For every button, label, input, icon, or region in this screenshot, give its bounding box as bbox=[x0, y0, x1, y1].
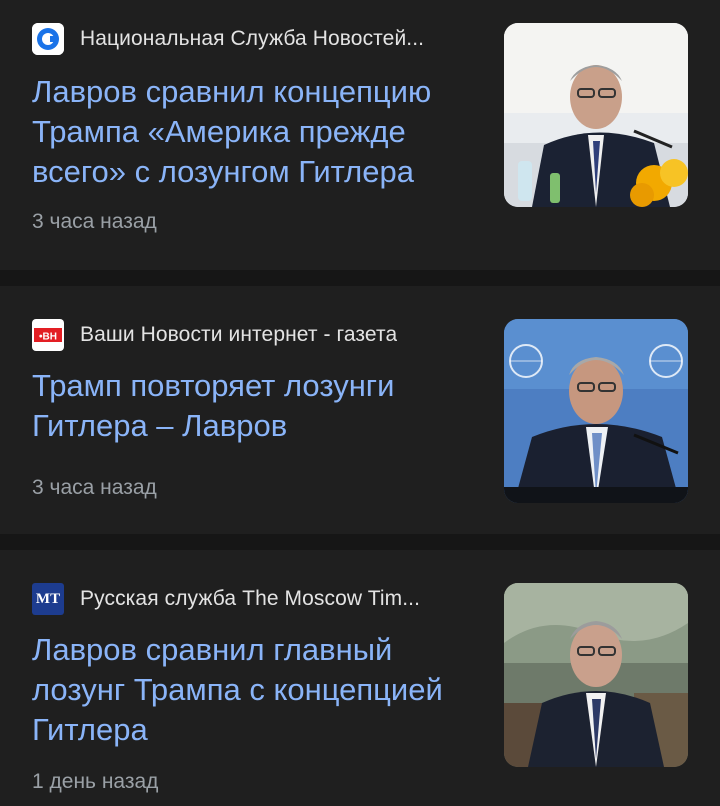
headline-link[interactable]: Трамп повторяет лозунги Гитлера – Лавров bbox=[32, 366, 462, 446]
article-thumbnail[interactable] bbox=[504, 319, 688, 503]
mt-logo-icon: MT bbox=[32, 583, 64, 615]
news-card[interactable]: Национальная Служба Новостей... Лавров с… bbox=[0, 0, 720, 270]
source-name[interactable]: Ваши Новости интернет - газета bbox=[80, 323, 397, 347]
source-name[interactable]: Национальная Служба Новостей... bbox=[80, 27, 424, 51]
source-row: Национальная Служба Новостей... bbox=[32, 22, 424, 56]
headline-link[interactable]: Лавров сравнил концепцию Трампа «Америка… bbox=[32, 72, 462, 192]
timestamp: 1 день назад bbox=[32, 770, 159, 793]
article-thumbnail[interactable] bbox=[504, 583, 688, 767]
separator bbox=[0, 534, 720, 550]
timestamp: 3 часа назад bbox=[32, 476, 157, 499]
news-card[interactable]: •ВН Ваши Новости интернет - газета Трамп… bbox=[0, 286, 720, 534]
source-row: •ВН Ваши Новости интернет - газета bbox=[32, 318, 397, 352]
source-row: MT Русская служба The Moscow Tim... bbox=[32, 582, 420, 616]
article-thumbnail[interactable] bbox=[504, 23, 688, 207]
vn-logo-icon: •ВН bbox=[32, 319, 64, 351]
nsn-logo-icon bbox=[32, 23, 64, 55]
vn-logo-text: •ВН bbox=[39, 332, 57, 343]
separator bbox=[0, 270, 720, 286]
source-name[interactable]: Русская служба The Moscow Tim... bbox=[80, 587, 420, 611]
timestamp: 3 часа назад bbox=[32, 210, 157, 233]
headline-link[interactable]: Лавров сравнил главный лозунг Трампа с к… bbox=[32, 630, 462, 750]
mt-logo-text: MT bbox=[35, 590, 61, 607]
news-card[interactable]: MT Русская служба The Moscow Tim... Лавр… bbox=[0, 550, 720, 806]
